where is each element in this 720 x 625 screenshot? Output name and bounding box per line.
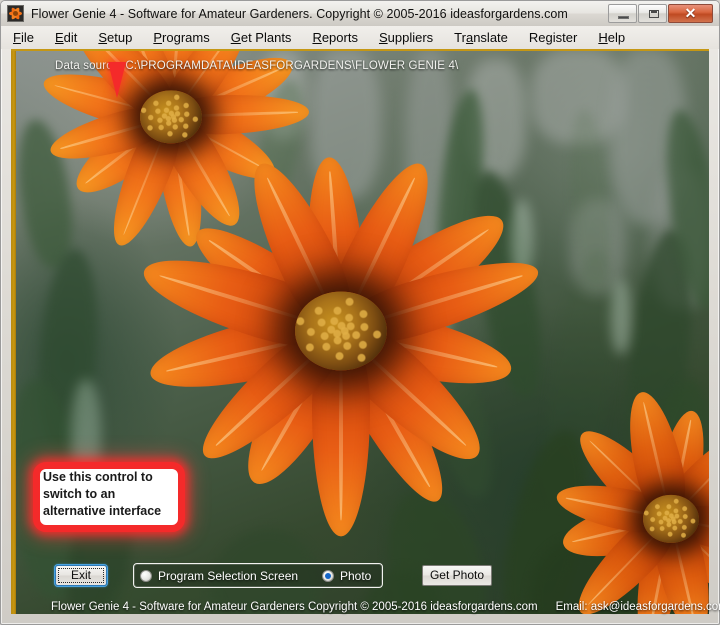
radio-label-photo: Photo (340, 568, 372, 583)
status-bar: Flower Genie 4 - Software for Amateur Ga… (11, 598, 720, 616)
flower-icon (7, 5, 24, 22)
exit-button-label: Exit (70, 568, 91, 582)
menu-item-suppliers[interactable]: Suppliers (379, 30, 433, 45)
radio-program-selection-screen[interactable]: Program Selection Screen (140, 567, 298, 584)
menu-item-programs[interactable]: Programs (153, 30, 209, 45)
title-bar[interactable]: Flower Genie 4 - Software for Amateur Ga… (1, 1, 719, 26)
photo-left-border (11, 49, 16, 614)
photo-top-border (11, 49, 709, 51)
menu-item-file[interactable]: File (13, 30, 34, 45)
window-controls: ✕ (608, 4, 713, 23)
maximize-icon (649, 10, 659, 18)
radio-photo[interactable]: Photo (322, 567, 371, 584)
exit-button[interactable]: Exit (55, 565, 107, 586)
maximize-button[interactable] (638, 4, 667, 23)
radio-label-program-selection: Program Selection Screen (158, 568, 299, 583)
menu-item-help[interactable]: Help (598, 30, 625, 45)
get-photo-button[interactable]: Get Photo (422, 565, 492, 586)
callout-text: Use this control to switch to an alterna… (43, 470, 162, 518)
menu-item-edit[interactable]: Edit (55, 30, 77, 45)
callout-annotation: Use this control to switch to an alterna… (33, 462, 185, 532)
minimize-icon (618, 16, 629, 19)
menu-item-reports[interactable]: Reports (312, 30, 358, 45)
flower-center (140, 90, 202, 144)
status-email: Email: ask@ideasforgardens.com (555, 601, 720, 613)
menu-item-translate[interactable]: Translate (454, 30, 508, 45)
flower-center (643, 494, 699, 544)
radio-button-icon (140, 569, 152, 582)
close-button[interactable]: ✕ (668, 4, 713, 23)
application-window: Flower Genie 4 - Software for Amateur Ga… (0, 0, 720, 625)
radio-button-selected-icon (322, 569, 334, 582)
menu-item-setup[interactable]: Setup (98, 30, 132, 45)
window-title: Flower Genie 4 - Software for Amateur Ga… (31, 6, 568, 21)
menu-item-register[interactable]: Register (529, 30, 577, 45)
menu-item-get-plants[interactable]: Get Plants (231, 30, 292, 45)
close-icon: ✕ (684, 5, 697, 21)
menu-bar: File Edit Setup Programs Get Plants Repo… (1, 26, 719, 49)
callout-tail (108, 62, 126, 98)
status-copyright: Flower Genie 4 - Software for Amateur Ga… (51, 601, 538, 613)
flower-center (295, 291, 387, 371)
view-mode-radio-group: Program Selection Screen Photo (133, 563, 383, 588)
minimize-button[interactable] (608, 4, 637, 23)
